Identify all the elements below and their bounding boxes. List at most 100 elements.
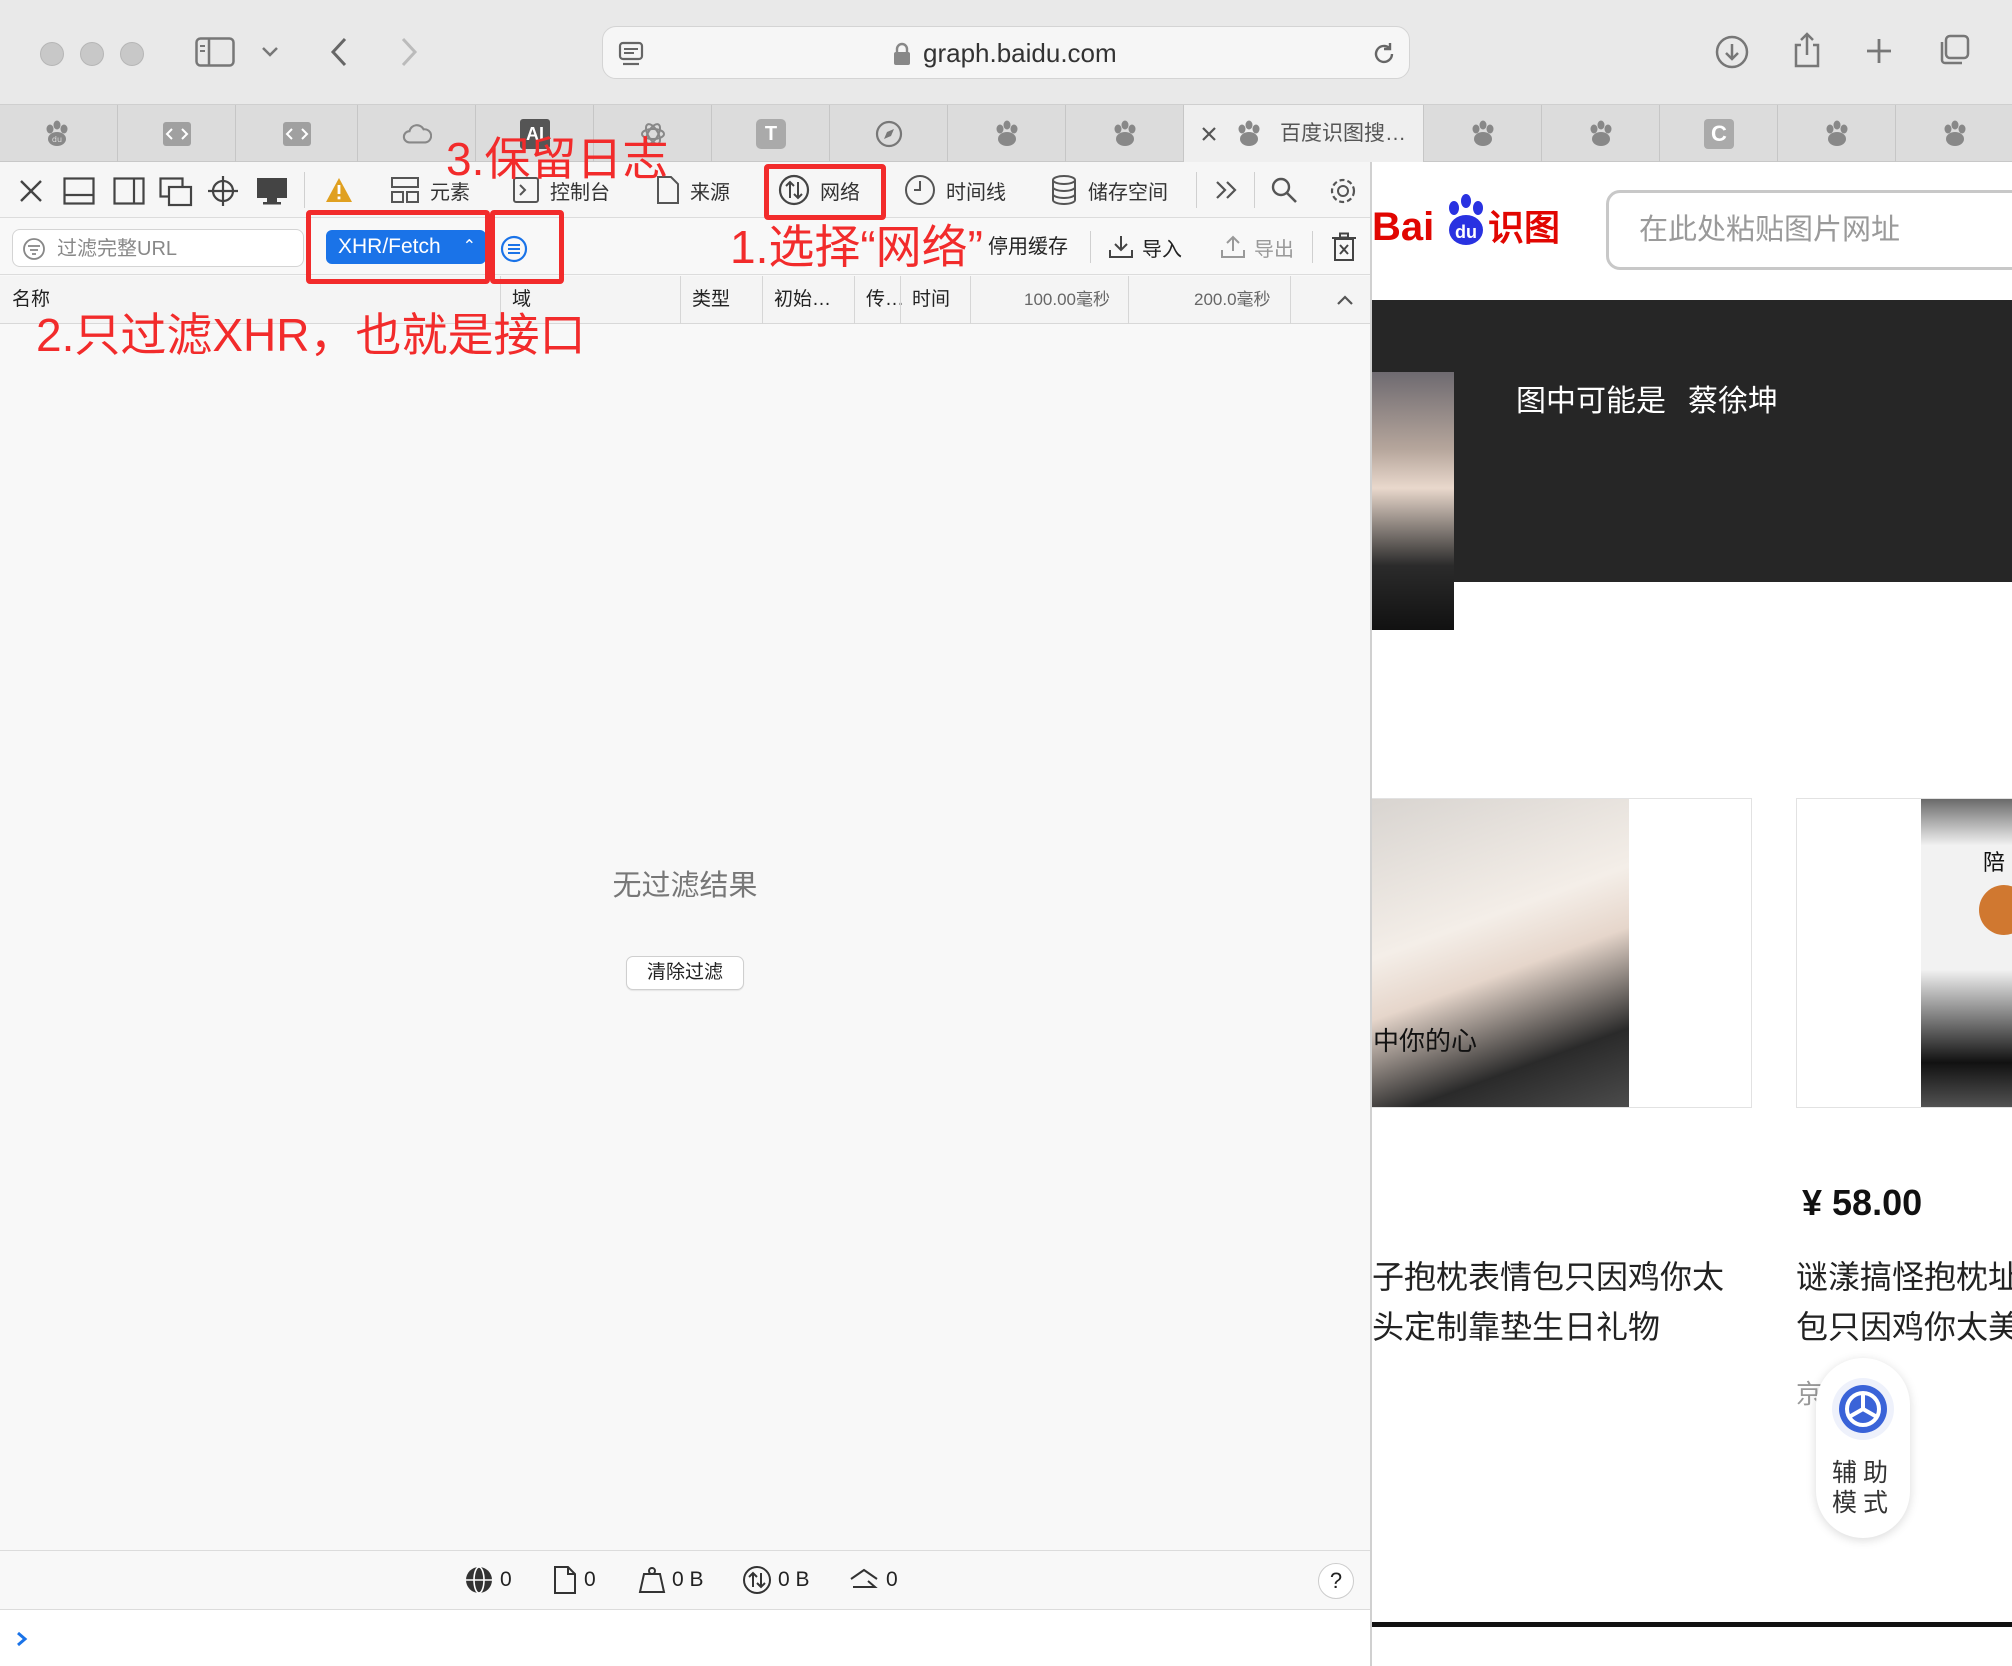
gear-icon[interactable] (1326, 174, 1360, 208)
tab[interactable] (1424, 105, 1542, 162)
sort-up-icon[interactable] (1334, 290, 1356, 310)
globe-icon (466, 1566, 492, 1594)
page-divider (1372, 1622, 2012, 1627)
tab[interactable] (1066, 105, 1184, 162)
address-bar[interactable]: graph.baidu.com (602, 26, 1410, 79)
dock-right-icon[interactable] (112, 176, 146, 206)
dock-bottom-icon[interactable] (62, 176, 96, 206)
assist-wheel-icon (1830, 1376, 1896, 1442)
tab[interactable] (236, 105, 358, 162)
console-prompt[interactable] (0, 1609, 1370, 1666)
downloads-icon[interactable] (1714, 34, 1750, 70)
network-status-bar: 0 0 0 B 0 B 0 ? (0, 1550, 1370, 1608)
help-button[interactable]: ? (1318, 1563, 1354, 1599)
sidebar-toggle-icon[interactable] (194, 34, 236, 70)
websockets-value: 0 (886, 1568, 898, 1591)
toolbar-divider (1312, 231, 1313, 263)
tab[interactable] (948, 105, 1066, 162)
back-icon[interactable] (324, 32, 354, 72)
filter-icon (21, 236, 47, 262)
export-button[interactable]: 导出 (1220, 219, 1294, 275)
svg-text:Bai: Bai (1372, 205, 1434, 249)
share-icon[interactable] (1790, 30, 1824, 70)
database-icon (1052, 175, 1076, 205)
window-close-button[interactable] (40, 42, 64, 66)
clear-network-icon[interactable] (1328, 231, 1360, 263)
product-card[interactable]: 中你的心 (1372, 798, 1752, 1108)
result-thumbnail[interactable] (1372, 372, 1454, 630)
resources-value: 0 (584, 1568, 596, 1591)
baidu-paw-icon: du (42, 119, 72, 149)
assist-mode-button[interactable]: 辅助 模式 (1816, 1358, 1910, 1538)
clear-filter-button[interactable]: 清除过滤 (626, 956, 744, 990)
device-icon[interactable] (254, 174, 290, 208)
column-type[interactable]: 类型 (692, 276, 730, 324)
warning-icon[interactable] (324, 176, 354, 204)
disable-cache-toggle[interactable]: 停用缓存 (988, 219, 1068, 275)
baidu-paw-icon (1940, 119, 1970, 149)
websockets-count: 0 (848, 1551, 898, 1609)
transferred-value: 0 B (778, 1568, 810, 1591)
active-tab[interactable]: 百度识图搜… (1184, 105, 1424, 162)
chevron-down-icon[interactable] (258, 40, 282, 64)
product-card[interactable]: 陪 (1796, 798, 2012, 1108)
column-transfer[interactable]: 传… (866, 276, 904, 324)
tab[interactable]: C (1660, 105, 1778, 162)
baidu-shitu-logo[interactable]: Bai du 识图 (1372, 192, 1572, 252)
export-icon (1221, 235, 1245, 258)
tab[interactable] (1896, 105, 2012, 162)
tab-timelines[interactable]: 时间线 (904, 162, 1006, 218)
product-image-caption: 陪 (1983, 850, 2006, 875)
clock-icon (905, 175, 935, 205)
compass-icon (874, 119, 904, 149)
tab[interactable] (118, 105, 236, 162)
image-url-input[interactable]: 在此处粘贴图片网址 (1606, 190, 2012, 270)
network-icon (743, 1566, 771, 1594)
undock-icon[interactable] (158, 176, 194, 208)
window-zoom-button[interactable] (120, 42, 144, 66)
lock-icon (891, 41, 913, 67)
annotation-box-preserve-log (490, 210, 564, 284)
tab-storage[interactable]: 储存空间 (1050, 162, 1168, 218)
result-name[interactable]: 蔡徐坤 (1688, 376, 1778, 420)
tab[interactable] (1542, 105, 1660, 162)
column-initiator[interactable]: 初始… (774, 276, 831, 324)
import-button[interactable]: 导入 (1108, 219, 1182, 275)
search-icon[interactable] (1268, 174, 1300, 206)
close-inspector-icon[interactable] (16, 176, 46, 206)
load-icon (850, 1568, 878, 1588)
product-title-line[interactable]: 头定制靠垫生日礼物 (1372, 1302, 1660, 1352)
waterfall-tick: 100.00毫秒 (1024, 290, 1110, 309)
svg-text:du: du (52, 135, 62, 144)
column-time[interactable]: 时间 (912, 276, 950, 324)
forward-icon[interactable] (394, 32, 424, 72)
product-title-line[interactable]: 谜漾搞怪抱枕址 (1796, 1252, 2012, 1302)
page-menu-icon[interactable] (617, 40, 645, 68)
more-tabs-icon[interactable] (1212, 176, 1242, 204)
annotation-box-network (764, 164, 886, 220)
tab[interactable]: T (712, 105, 830, 162)
empty-state: 无过滤结果 (0, 862, 1370, 904)
new-tab-icon[interactable] (1862, 34, 1896, 68)
requests-count: 0 (464, 1551, 512, 1609)
requests-value: 0 (500, 1568, 512, 1591)
close-tab-icon[interactable] (1198, 123, 1220, 145)
tab[interactable] (830, 105, 948, 162)
element-picker-icon[interactable] (206, 174, 240, 208)
product-title-line[interactable]: 子抱枕表情包只因鸡你太 (1372, 1252, 1724, 1302)
toolbar-divider (1090, 231, 1091, 263)
prompt-chevron-icon (12, 1628, 32, 1650)
baidu-paw-icon (1468, 119, 1498, 149)
toolbar-divider (304, 172, 305, 208)
tab[interactable]: du (0, 105, 118, 162)
url-text[interactable]: graph.baidu.com (923, 27, 1117, 80)
product-title-line[interactable]: 包只因鸡你太美 (1796, 1302, 2012, 1352)
url-filter-input[interactable]: 过滤完整URL (12, 229, 304, 267)
tab-overview-icon[interactable] (1936, 32, 1972, 68)
column-divider (680, 276, 681, 324)
window-minimize-button[interactable] (80, 42, 104, 66)
reload-icon[interactable] (1369, 39, 1399, 69)
tab[interactable] (1778, 105, 1896, 162)
baidu-paw-icon (1586, 119, 1616, 149)
document-icon (554, 1566, 576, 1594)
